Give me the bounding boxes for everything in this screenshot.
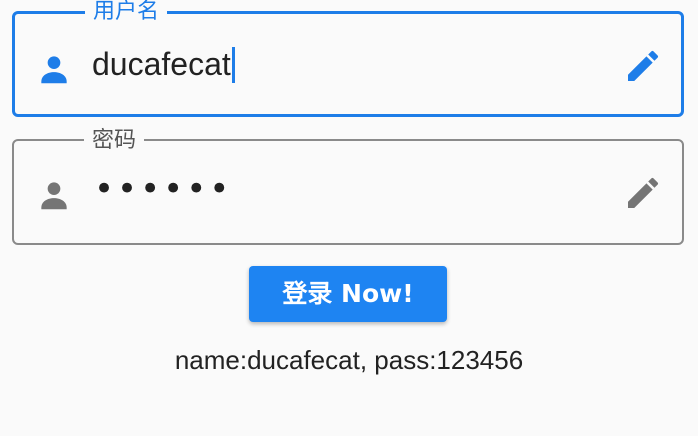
username-value: ducafecat [92, 46, 231, 82]
status-text: name:ducafecat, pass:123456 [174, 345, 524, 375]
person-icon [41, 56, 67, 84]
login-button[interactable]: 登录 Now! [249, 266, 447, 322]
username-field[interactable]: 用户名 ducafecat [12, 0, 684, 117]
username-label: 用户名 [85, 0, 168, 25]
edit-icon[interactable] [623, 173, 663, 213]
password-field[interactable]: 密码 •••••• [12, 128, 684, 245]
password-label: 密码 [84, 128, 145, 154]
username-input[interactable]: ducafecat [92, 44, 235, 85]
edit-icon[interactable] [623, 46, 663, 86]
password-input[interactable]: •••••• [94, 169, 232, 209]
person-icon [41, 182, 67, 210]
text-caret [231, 46, 235, 83]
